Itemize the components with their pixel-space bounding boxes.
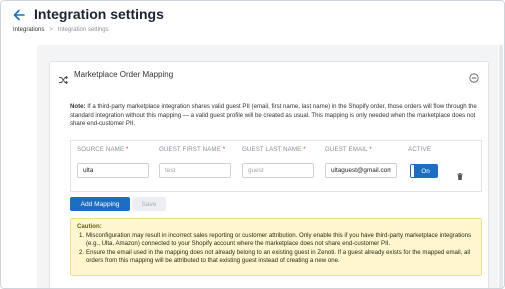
column-header-label: GUEST FIRST NAME: [159, 146, 221, 153]
caution-title: Caution:: [77, 223, 102, 230]
column-header-guest-first-name: GUEST FIRST NAME *: [159, 146, 225, 153]
required-marker: *: [222, 146, 226, 153]
source-name-input[interactable]: [77, 163, 149, 178]
breadcrumb-current: Integration settings: [57, 27, 109, 33]
caution-box: Caution: 1. Misconfiguration may result …: [70, 218, 482, 276]
app-window: Integration settings Integrations > Inte…: [0, 0, 505, 289]
card-title: Marketplace Order Mapping: [74, 70, 174, 79]
toggle-on-label: On: [414, 165, 437, 177]
guest-first-name-input[interactable]: [159, 163, 231, 178]
column-header-label: SOURCE NAME: [77, 146, 125, 153]
column-header-active: ACTIVE: [408, 146, 431, 153]
vertical-scrollbar[interactable]: [499, 45, 503, 288]
column-header-guest-email: GUEST EMAIL *: [325, 146, 372, 153]
required-marker: *: [303, 146, 306, 153]
column-header-label: GUEST EMAIL: [325, 146, 368, 153]
note-text: If a third-party marketplace integration…: [70, 103, 477, 128]
caution-item-text: Ensure the email used in the mapping doe…: [86, 248, 471, 264]
caution-item-number: 1.: [79, 232, 85, 240]
caution-item: 1. Misconfiguration may result in incorr…: [77, 232, 475, 248]
note-label: Note:: [70, 103, 86, 110]
save-button[interactable]: Save: [132, 197, 166, 211]
guest-last-name-input[interactable]: [242, 163, 314, 178]
required-marker: *: [126, 146, 129, 153]
card-header[interactable]: Marketplace Order Mapping: [50, 62, 490, 88]
mapping-table: SOURCE NAME * GUEST FIRST NAME * GUEST L…: [70, 140, 482, 192]
column-header-source-name: SOURCE NAME *: [77, 146, 129, 153]
caution-item-number: 2.: [79, 248, 85, 256]
page-title: Integration settings: [34, 6, 164, 22]
breadcrumb: Integrations > Integration settings: [13, 27, 109, 33]
shuffle-icon: [59, 71, 68, 85]
marketplace-order-mapping-card: Marketplace Order Mapping Note: If a thi…: [49, 61, 490, 288]
breadcrumb-integrations-link[interactable]: Integrations: [13, 27, 44, 33]
column-header-label: GUEST LAST NAME: [242, 146, 302, 153]
add-mapping-button[interactable]: Add Mapping: [70, 197, 130, 211]
required-marker: *: [369, 146, 372, 153]
caution-item: 2. Ensure the email used in the mapping …: [77, 249, 475, 265]
page-header: Integration settings Integrations > Inte…: [1, 1, 504, 41]
caution-item-text: Misconfiguration may result in incorrect…: [86, 232, 472, 248]
column-header-guest-last-name: GUEST LAST NAME *: [242, 146, 306, 153]
active-toggle[interactable]: On: [410, 164, 438, 178]
trash-icon[interactable]: [457, 167, 463, 180]
collapse-minus-icon[interactable]: [469, 70, 479, 83]
back-arrow-icon[interactable]: [12, 8, 26, 22]
breadcrumb-separator: >: [49, 27, 53, 33]
mapping-note: Note: If a third-party marketplace integ…: [70, 103, 482, 129]
guest-email-input[interactable]: [325, 163, 397, 178]
